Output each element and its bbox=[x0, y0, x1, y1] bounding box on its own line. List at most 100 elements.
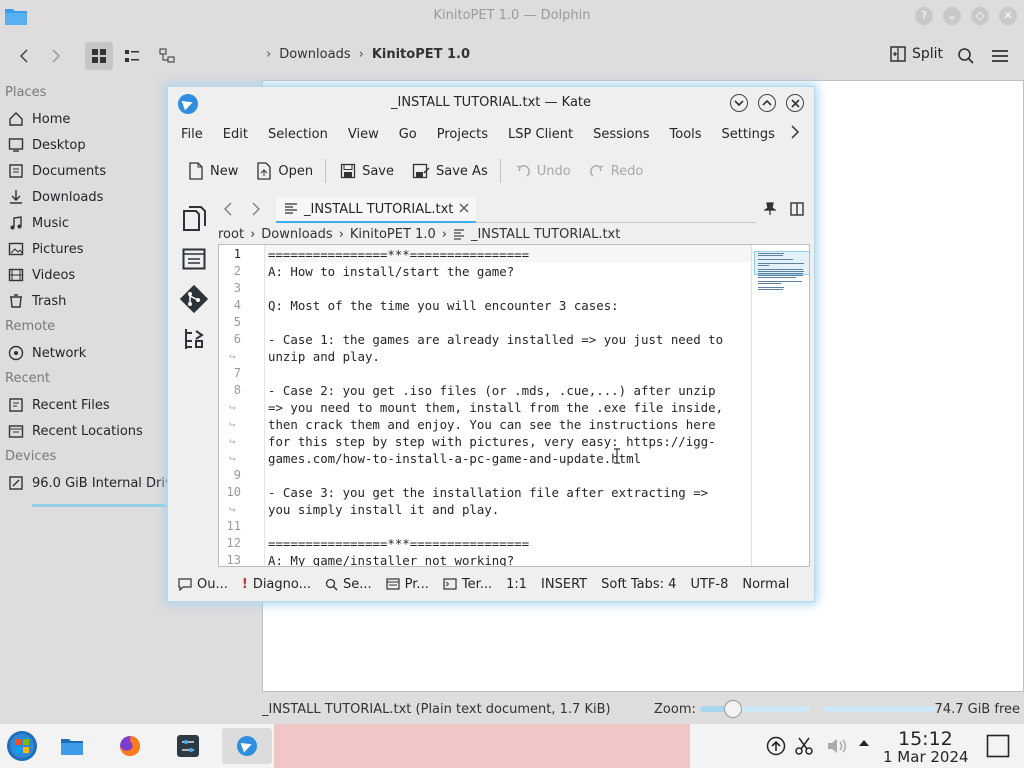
code-line[interactable]: ================***================ bbox=[268, 246, 529, 263]
breadcrumb-downloads[interactable]: Downloads bbox=[261, 227, 332, 242]
place-recent-files[interactable]: Recent Files bbox=[0, 392, 170, 418]
redo-button[interactable]: Redo bbox=[589, 163, 643, 179]
code-line[interactable]: unzip and play. bbox=[268, 348, 380, 365]
menu-button[interactable] bbox=[986, 42, 1014, 70]
code-line[interactable]: A: My game/installer not working? bbox=[268, 552, 514, 566]
line-number[interactable]: 8 bbox=[219, 382, 241, 399]
minimap[interactable] bbox=[751, 245, 809, 566]
breadcrumb-current[interactable]: KinitoPET 1.0 bbox=[372, 47, 470, 62]
place-music[interactable]: Music bbox=[0, 210, 170, 236]
place-desktop[interactable]: Desktop bbox=[0, 132, 170, 158]
place-pictures[interactable]: Pictures bbox=[0, 236, 170, 262]
forward-button[interactable] bbox=[42, 42, 70, 70]
code-line[interactable]: - Case 3: you get the installation file … bbox=[268, 484, 708, 501]
line-number[interactable]: 3 bbox=[219, 280, 241, 297]
line-number[interactable]: 10 bbox=[219, 484, 241, 501]
projects-panel-button-bottom[interactable]: Pr... bbox=[386, 577, 429, 592]
menu-settings[interactable]: Settings bbox=[722, 127, 775, 142]
icons-view-button[interactable] bbox=[85, 42, 113, 70]
zoom-slider[interactable] bbox=[700, 700, 810, 718]
code-line[interactable]: for this step by step with pictures, ver… bbox=[268, 433, 716, 450]
diagnostics-panel-button[interactable]: ! Diagno... bbox=[242, 577, 311, 592]
code-line[interactable]: => you need to mount them, install from … bbox=[268, 399, 723, 416]
line-number[interactable]: 1 bbox=[219, 246, 241, 263]
help-icon[interactable]: ? bbox=[915, 7, 933, 25]
close-icon[interactable] bbox=[786, 94, 804, 112]
menu-projects[interactable]: Projects bbox=[437, 127, 488, 142]
code-line[interactable]: games.com/how-to-install-a-pc-game-and-u… bbox=[268, 450, 641, 467]
indentation-setting[interactable]: Soft Tabs: 4 bbox=[601, 577, 676, 592]
menu-edit[interactable]: Edit bbox=[223, 127, 248, 142]
cursor-position[interactable]: 1:1 bbox=[506, 577, 527, 592]
zoom-slider-handle[interactable] bbox=[724, 700, 742, 718]
code-line[interactable]: ================***================ bbox=[268, 535, 529, 552]
chevron-left-icon[interactable] bbox=[223, 202, 233, 216]
tab-install-tutorial[interactable]: _INSTALL TUTORIAL.txt bbox=[276, 197, 476, 223]
place-downloads[interactable]: Downloads bbox=[0, 184, 170, 210]
back-button[interactable] bbox=[10, 42, 38, 70]
output-panel-button[interactable]: Ou... bbox=[178, 577, 228, 592]
breadcrumb-file[interactable]: _INSTALL TUTORIAL.txt bbox=[471, 227, 620, 242]
search-panel-button[interactable]: Se... bbox=[325, 577, 372, 592]
save-as-button[interactable]: Save As bbox=[412, 163, 488, 179]
code-line[interactable]: Q: Most of the time you will encounter 3… bbox=[268, 297, 619, 314]
breadcrumb-downloads[interactable]: Downloads bbox=[279, 47, 350, 62]
code-line[interactable]: then crack them and enjoy. You can see t… bbox=[268, 416, 716, 433]
menu-view[interactable]: View bbox=[348, 127, 379, 142]
open-button[interactable]: Open bbox=[256, 162, 313, 180]
maximize-icon[interactable] bbox=[758, 94, 776, 112]
dolphin-titlebar[interactable]: KinitoPET 1.0 — Dolphin ? ⌄ ◇ ✕ bbox=[0, 0, 1024, 32]
updates-icon[interactable] bbox=[766, 736, 786, 756]
minimize-icon[interactable] bbox=[730, 94, 748, 112]
pin-icon[interactable] bbox=[764, 202, 776, 216]
clock-time[interactable]: 15:12 bbox=[898, 728, 953, 750]
line-number[interactable]: 11 bbox=[219, 518, 241, 535]
split-button[interactable]: Split bbox=[890, 46, 943, 62]
menu-sessions[interactable]: Sessions bbox=[593, 127, 649, 142]
chevron-right-icon[interactable] bbox=[251, 202, 261, 216]
place-trash[interactable]: Trash bbox=[0, 288, 170, 314]
line-number[interactable]: 13 bbox=[219, 552, 241, 566]
tray-expand-icon[interactable] bbox=[858, 738, 870, 748]
undo-button[interactable]: Undo bbox=[515, 163, 571, 179]
place-home[interactable]: Home bbox=[0, 106, 170, 132]
code-line[interactable]: you simply install it and play. bbox=[268, 501, 499, 518]
menu-file[interactable]: File bbox=[181, 127, 203, 142]
highlight-mode[interactable]: Normal bbox=[742, 577, 789, 592]
line-number[interactable]: 4 bbox=[219, 297, 241, 314]
breadcrumb-kinitopet[interactable]: KinitoPET 1.0 bbox=[350, 227, 436, 242]
save-button[interactable]: Save bbox=[340, 163, 394, 179]
show-desktop-icon[interactable] bbox=[986, 734, 1010, 758]
place-videos[interactable]: Videos bbox=[0, 262, 170, 288]
symbols-panel-button[interactable] bbox=[178, 319, 210, 359]
documents-panel-button[interactable] bbox=[178, 199, 210, 239]
terminal-panel-button[interactable]: Ter... bbox=[443, 577, 492, 592]
chevron-right-icon[interactable] bbox=[790, 125, 800, 139]
start-menu-button[interactable] bbox=[2, 728, 42, 764]
split-view-icon[interactable] bbox=[790, 202, 804, 216]
code-line[interactable]: A: How to install/start the game? bbox=[268, 263, 514, 280]
taskbar-dolphin[interactable] bbox=[52, 728, 92, 764]
compact-view-button[interactable] bbox=[118, 42, 146, 70]
text-editor[interactable]: 1 2 3 4 5 6 ↪ 7 8 ↪ ↪ ↪ ↪ 9 10 ↪ 11 12 13 ================… bbox=[218, 244, 810, 567]
menu-tools[interactable]: Tools bbox=[670, 127, 702, 142]
taskbar-firefox[interactable] bbox=[110, 728, 150, 764]
maximize-icon[interactable]: ◇ bbox=[971, 7, 989, 25]
volume-icon[interactable] bbox=[826, 736, 848, 756]
line-number[interactable]: 6 bbox=[219, 331, 241, 348]
taskbar-settings[interactable] bbox=[168, 728, 208, 764]
input-mode[interactable]: INSERT bbox=[541, 577, 587, 592]
close-icon[interactable]: ✕ bbox=[999, 7, 1017, 25]
encoding-setting[interactable]: UTF-8 bbox=[690, 577, 728, 592]
line-number[interactable]: 5 bbox=[219, 314, 241, 331]
line-number[interactable]: 9 bbox=[219, 467, 241, 484]
line-number[interactable]: 7 bbox=[219, 365, 241, 382]
taskbar-task-area[interactable] bbox=[274, 724, 690, 768]
code-line[interactable]: - Case 1: the games are already installe… bbox=[268, 331, 723, 348]
line-number-gutter[interactable]: 1 2 3 4 5 6 ↪ 7 8 ↪ ↪ ↪ ↪ 9 10 ↪ 11 12 13 bbox=[219, 245, 265, 566]
clock-date[interactable]: 1 Mar 2024 bbox=[883, 748, 969, 766]
line-number[interactable]: 12 bbox=[219, 535, 241, 552]
scissors-icon[interactable] bbox=[794, 736, 814, 756]
menu-lsp-client[interactable]: LSP Client bbox=[508, 127, 573, 142]
place-documents[interactable]: Documents bbox=[0, 158, 170, 184]
